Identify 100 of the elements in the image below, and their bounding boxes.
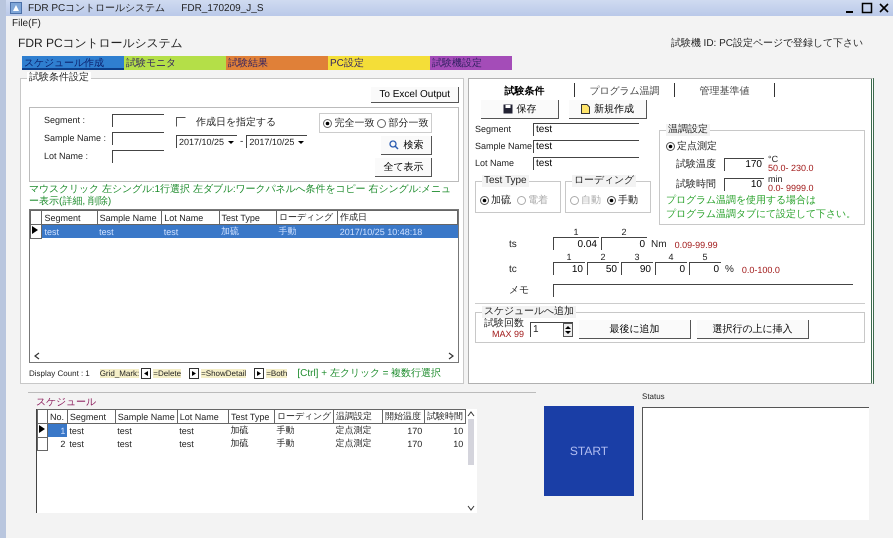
table-cell-text: 170	[406, 438, 424, 450]
field-label: メモ	[509, 284, 530, 297]
table-cell: 定点測定	[334, 424, 382, 437]
column-header: 試験時間	[424, 410, 466, 424]
table-cell: test	[67, 424, 116, 437]
display-count-label: Display Count :	[29, 368, 84, 378]
field-label: Segment	[475, 124, 512, 134]
radio-button[interactable]	[377, 118, 386, 128]
column-header: Lot Name	[162, 210, 219, 224]
scroll-left-icon[interactable]	[33, 352, 41, 360]
group-title: Test Type	[482, 175, 529, 187]
window-title: FDR PCコントロールシステム	[28, 2, 166, 15]
radio-button[interactable]	[666, 142, 675, 150]
radio-button[interactable]	[480, 196, 489, 204]
maximize-icon[interactable]	[861, 2, 873, 14]
radio-label: 自動	[581, 194, 601, 207]
input-field[interactable]: test	[533, 140, 639, 152]
menu-item[interactable]: File(F)	[12, 18, 41, 28]
start-button[interactable]: START	[544, 406, 634, 496]
insert-button[interactable]: 選択行の上に挿入	[697, 320, 809, 338]
unit-label: min	[768, 175, 784, 184]
close-icon[interactable]	[879, 2, 889, 14]
index-label: 4	[668, 252, 674, 262]
group-title: 温調設定	[666, 124, 710, 136]
table-cell: 2	[47, 437, 68, 450]
radio-label: 部分一致	[388, 116, 428, 130]
tab[interactable]: PC設定	[328, 56, 430, 70]
radio-label: 定点測定	[677, 140, 717, 153]
field-label: Sample Name :	[44, 133, 108, 143]
input-field[interactable]: 10	[553, 262, 585, 275]
table-cell-text: 10	[452, 438, 464, 450]
input-field[interactable]: 170	[724, 158, 764, 170]
machine-id-note: 試験機 ID: PC設定ページで登録して下さい	[670, 36, 863, 50]
table-cell-text: test	[116, 438, 133, 450]
field-label: Lot Name	[475, 158, 516, 168]
count-spinner[interactable]: 1	[530, 322, 573, 336]
date-picker[interactable]: 2017/10/25	[246, 135, 308, 148]
range-label: 0.09-99.99	[674, 240, 718, 250]
display-count: 1	[85, 368, 90, 378]
unit-label: °C	[768, 155, 780, 164]
radio-label: 電着	[528, 194, 548, 207]
input-field[interactable]: 0	[655, 262, 687, 275]
append-button[interactable]: 最後に追加	[579, 320, 691, 338]
column-header: 作成日	[338, 210, 458, 224]
search-icon	[389, 140, 400, 150]
checkbox[interactable]	[176, 117, 186, 127]
grid-mark-label: Grid_Mark:	[100, 368, 140, 378]
show-all-button[interactable]: 全て表示	[375, 158, 432, 177]
table-row[interactable]: 2 test test test 加硫 手動 定点測定 170 10	[38, 437, 466, 450]
index-label: 2	[621, 227, 626, 237]
table-cell: 加硫	[228, 424, 275, 437]
table-cell: test	[115, 424, 178, 437]
scroll-up-icon[interactable]	[467, 411, 476, 417]
field-label: Sample Name	[475, 141, 533, 151]
group-title: ローディング	[572, 175, 636, 187]
range-label: 0.0-100.0	[742, 265, 780, 275]
input-field[interactable]: 0	[689, 262, 721, 275]
table-cell: test	[162, 224, 219, 238]
note-text: プログラム温調タブにて設定して下さい。	[666, 209, 857, 221]
column-header: Segment	[42, 210, 98, 224]
scroll-down-icon[interactable]	[467, 505, 476, 511]
spinner-arrows-icon[interactable]	[563, 322, 573, 336]
column-header: ローディング	[274, 410, 334, 424]
tab[interactable]: 試験モニタ	[124, 56, 226, 70]
row-mark-icon	[254, 368, 264, 378]
input-field[interactable]: 10	[724, 178, 764, 190]
input-field[interactable]: 50	[587, 262, 619, 275]
input-field[interactable]: 0	[601, 237, 647, 250]
note-text: プログラム温調を使用する場合は	[666, 195, 817, 207]
table-row[interactable]: 1 test test test 加硫 手動 定点測定 170 10	[38, 424, 466, 437]
radio-button[interactable]	[323, 118, 332, 128]
tab[interactable]: 試験結果	[226, 56, 328, 70]
search-button[interactable]: 検索	[381, 136, 432, 155]
radio-button[interactable]	[607, 196, 616, 204]
index-label: 1	[573, 227, 578, 237]
column-header: Sample Name	[115, 410, 178, 424]
input-field[interactable]: 0.04	[553, 237, 599, 250]
app-icon	[10, 2, 22, 14]
table-cell-text: test	[178, 438, 195, 450]
scroll-thumb[interactable]	[468, 419, 474, 465]
table-cell-text: 加硫	[229, 437, 250, 450]
excel-output-button[interactable]: To Excel Output	[371, 87, 459, 103]
vertical-scrollbar[interactable]	[466, 409, 477, 513]
field-label: 試験回数	[484, 319, 524, 329]
window-subtitle: FDR_170209_J_S	[181, 2, 264, 14]
range-label: 0.0- 9999.0	[768, 184, 814, 193]
input-field[interactable]: 90	[621, 262, 653, 275]
input-field[interactable]: test	[533, 122, 639, 136]
date-picker[interactable]: 2017/10/25	[176, 135, 238, 148]
tab[interactable]: スケジュール作成	[22, 56, 124, 70]
save-button[interactable]: 保存	[481, 100, 559, 119]
schedule-title: スケジュール	[36, 396, 97, 409]
new-button[interactable]: 新規作成	[569, 100, 647, 119]
scroll-right-icon[interactable]	[447, 352, 455, 360]
status-label: Status	[642, 392, 666, 401]
group-title: スケジュールへ追加	[482, 306, 576, 318]
input-field[interactable]: test	[533, 156, 639, 170]
row-pointer-icon	[32, 226, 38, 234]
radio-label: 完全一致	[334, 116, 374, 130]
field-label: 試験時間	[676, 178, 717, 191]
